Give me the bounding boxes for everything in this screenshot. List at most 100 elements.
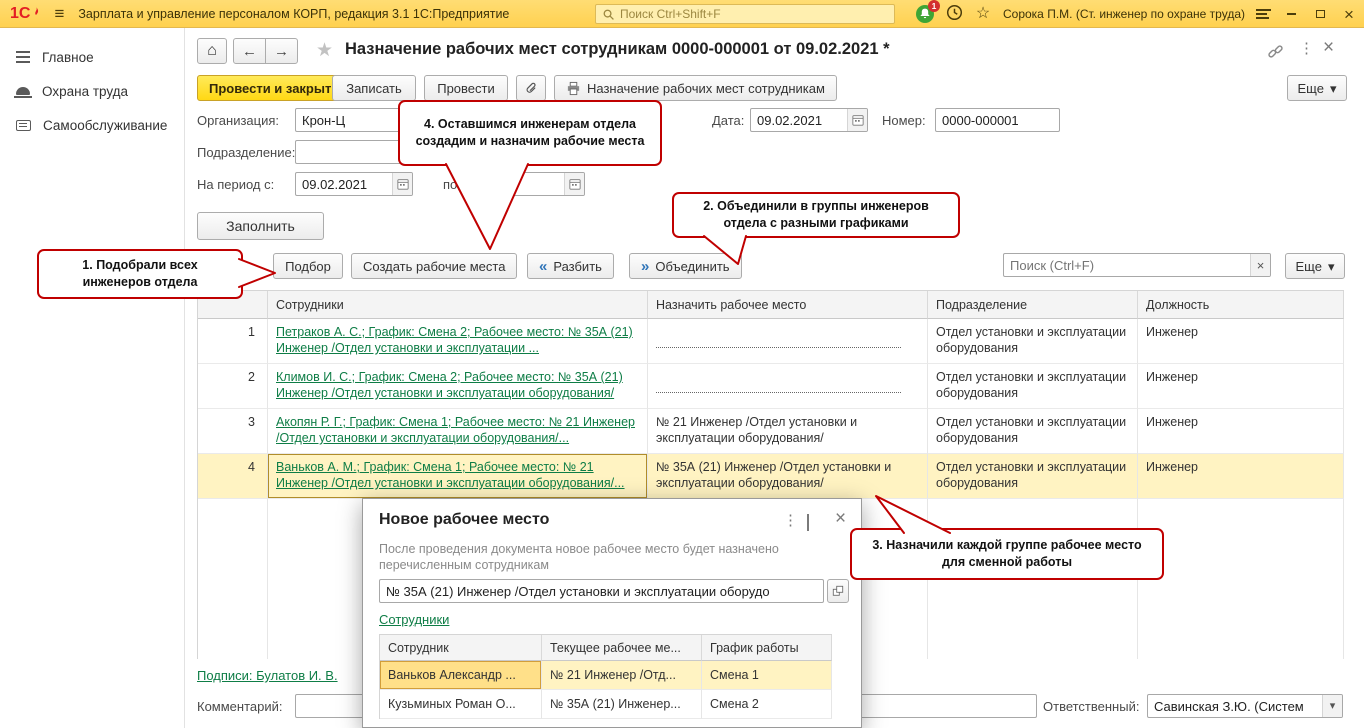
write-button[interactable]: Записать (332, 75, 416, 101)
employee-link[interactable]: Акопян Р. Г.; График: Смена 1; Рабочее м… (276, 415, 635, 445)
column-header-current-workplace[interactable]: Текущее рабочее ме... (542, 635, 702, 661)
history-button[interactable] (946, 4, 963, 24)
print-button[interactable]: Назначение рабочих мест сотрудникам (554, 75, 837, 101)
merge-icon: » (641, 259, 649, 274)
workplace-cell[interactable]: № 35А (21) Инженер /Отдел установки и эк… (648, 454, 928, 499)
global-search-input[interactable] (620, 7, 888, 21)
create-workplaces-button[interactable]: Создать рабочие места (351, 253, 517, 279)
sidebar-item-selfservice[interactable]: Самообслуживание (0, 108, 184, 142)
dialog-close-button[interactable]: × (835, 509, 846, 528)
service-menu-button[interactable] (1256, 7, 1271, 21)
main-menu-button[interactable]: ≡ (54, 5, 64, 22)
sidebar-item-main[interactable]: Главное (0, 40, 184, 74)
dialog-more-button[interactable]: ⋮ (783, 513, 798, 528)
signatures-link[interactable]: Подписи: Булатов И. В. (197, 668, 338, 683)
favorites-button[interactable]: ☆ (974, 5, 992, 23)
merge-button[interactable]: » Объединить (629, 253, 742, 279)
column-header-employee[interactable]: Сотрудник (380, 635, 542, 661)
dialog-table-row[interactable]: Кузьминых Роман О... № 35А (21) Инженер.… (380, 690, 832, 719)
table-row[interactable]: 2 Климов И. С.; График: Смена 2; Рабочее… (198, 364, 1344, 409)
period-to-field (467, 172, 585, 196)
table-more-button[interactable]: Еще▾ (1285, 253, 1345, 279)
table-row-selected[interactable]: 4 Ваньков А. М.; График: Смена 1; Рабоче… (198, 454, 1344, 499)
new-workplace-dialog: Новое рабочее место ⋮ × После проведения… (362, 498, 862, 728)
employee-cell[interactable]: Ваньков А. М.; График: Смена 1; Рабочее … (268, 454, 648, 499)
dialog-maximize-button[interactable] (807, 515, 809, 530)
close-window-button[interactable]: × (1340, 5, 1358, 23)
table-row[interactable]: 3 Акопян Р. Г.; График: Смена 1; Рабочее… (198, 409, 1344, 454)
chevron-down-icon: ▾ (1328, 260, 1335, 273)
topbar: 1С ≡ Зарплата и управление персоналом КО… (0, 0, 1364, 28)
toolbar-more-button[interactable]: Еще▾ (1287, 75, 1347, 101)
search-clear-button[interactable]: × (1250, 254, 1270, 276)
employee-cell[interactable]: Кузьминых Роман О... (380, 690, 542, 719)
forward-button[interactable]: → (265, 38, 298, 64)
get-link-button[interactable] (1267, 43, 1284, 63)
annotation-callout-3: 3. Назначили каждой группе рабочее место… (850, 528, 1164, 580)
column-header-position[interactable]: Должность (1138, 291, 1344, 319)
home-button[interactable]: ⌂ (197, 38, 227, 64)
sidebar-item-label: Самообслуживание (43, 118, 167, 133)
dialog-description: После проведения документа новое рабочее… (379, 541, 835, 573)
row-number: 1 (198, 319, 268, 364)
period-to-label: по: (443, 177, 461, 192)
period-from-label: На период с: (197, 177, 274, 192)
current-workplace-cell[interactable]: № 21 Инженер /Отд... (542, 661, 702, 690)
calendar-icon (569, 178, 581, 190)
employees-group-label[interactable]: Сотрудники (379, 612, 449, 627)
date-input[interactable] (751, 109, 847, 131)
schedule-cell[interactable]: Смена 2 (702, 690, 832, 719)
workplace-open-button[interactable] (827, 579, 849, 603)
column-header-employees[interactable]: Сотрудники (268, 291, 648, 319)
close-document-button[interactable]: × (1323, 38, 1334, 57)
responsible-input[interactable] (1148, 695, 1322, 717)
sidebar-item-label: Главное (42, 50, 94, 65)
period-to-calendar-button[interactable] (564, 173, 584, 195)
schedule-cell[interactable]: Смена 1 (702, 661, 832, 690)
table-search-input[interactable] (1004, 254, 1250, 276)
column-header-department[interactable]: Подразделение (928, 291, 1138, 319)
employee-cell[interactable]: Акопян Р. Г.; График: Смена 1; Рабочее м… (268, 409, 648, 454)
fill-button[interactable]: Заполнить (197, 212, 324, 240)
date-calendar-button[interactable] (847, 109, 867, 131)
workplace-input[interactable] (380, 580, 823, 602)
notifications-button[interactable]: 1 (915, 4, 935, 24)
period-from-input[interactable] (296, 173, 392, 195)
split-button[interactable]: « Разбить (527, 253, 614, 279)
maximize-button[interactable] (1311, 5, 1329, 23)
period-from-calendar-button[interactable] (392, 173, 412, 195)
column-header-assign[interactable]: Назначить рабочее место (648, 291, 928, 319)
employee-cell[interactable]: Ваньков Александр ... (380, 661, 542, 690)
document-more-button[interactable]: ⋮ (1299, 41, 1314, 56)
workplace-cell[interactable] (648, 364, 928, 409)
search-icon (602, 8, 615, 21)
responsible-dropdown[interactable]: ▾ (1322, 695, 1342, 717)
sidebar-item-safety[interactable]: Охрана труда (0, 74, 184, 108)
employee-link[interactable]: Петраков А. С.; График: Смена 2; Рабочее… (276, 325, 633, 355)
table-header: Сотрудники Назначить рабочее место Подра… (198, 291, 1344, 319)
table-row[interactable]: 1 Петраков А. С.; График: Смена 2; Рабоч… (198, 319, 1344, 364)
period-to-input[interactable] (468, 173, 564, 195)
page-title: Назначение рабочих мест сотрудникам 0000… (345, 40, 890, 59)
responsible-field: ▾ (1147, 694, 1343, 718)
employee-cell[interactable]: Климов И. С.; График: Смена 2; Рабочее м… (268, 364, 648, 409)
employee-link[interactable]: Климов И. С.; График: Смена 2; Рабочее м… (276, 370, 623, 400)
number-input[interactable] (935, 108, 1060, 132)
employee-cell[interactable]: Петраков А. С.; График: Смена 2; Рабочее… (268, 319, 648, 364)
department-cell: Отдел установки и эксплуатации оборудова… (928, 319, 1138, 364)
pick-button[interactable]: Подбор (273, 253, 343, 279)
favorite-star-icon[interactable]: ★ (316, 41, 333, 60)
post-and-close-button[interactable]: Провести и закрыть (197, 75, 351, 101)
attachments-button[interactable] (516, 75, 546, 101)
workplace-cell[interactable]: № 21 Инженер /Отдел установки и эксплуат… (648, 409, 928, 454)
workplace-cell[interactable] (648, 319, 928, 364)
column-header-schedule[interactable]: График работы (702, 635, 832, 661)
employee-link[interactable]: Ваньков А. М.; График: Смена 1; Рабочее … (276, 460, 625, 490)
row-number: 2 (198, 364, 268, 409)
post-button[interactable]: Провести (424, 75, 508, 101)
current-workplace-cell[interactable]: № 35А (21) Инженер... (542, 690, 702, 719)
back-button[interactable]: ← (233, 38, 266, 64)
minimize-button[interactable] (1282, 5, 1300, 23)
more-label: Еще (1298, 81, 1324, 96)
dialog-table-row-selected[interactable]: Ваньков Александр ... № 21 Инженер /Отд.… (380, 661, 832, 690)
